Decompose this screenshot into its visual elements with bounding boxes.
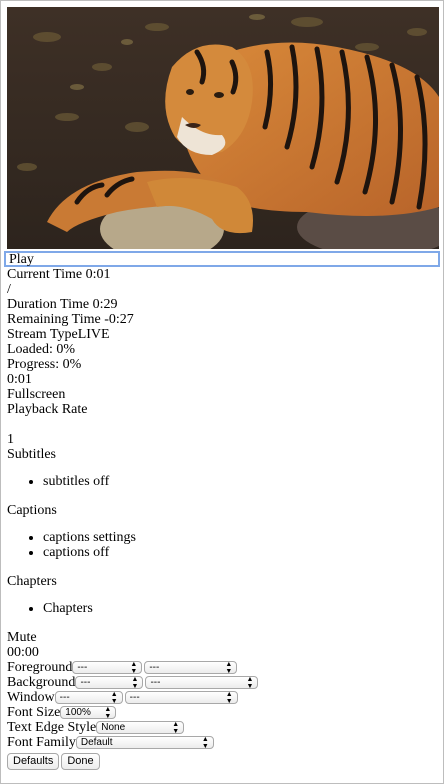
- foreground-opacity-value: ---: [149, 662, 160, 673]
- font-size-select[interactable]: 100% ▲ ▼: [60, 705, 117, 720]
- play-progress[interactable]: Progress: 0%: [7, 357, 443, 372]
- done-button[interactable]: Done: [61, 752, 100, 770]
- chapters-button[interactable]: Chapters: [7, 574, 443, 589]
- defaults-button[interactable]: Defaults: [7, 752, 60, 770]
- chevron-updown-icon: ▲ ▼: [131, 675, 139, 690]
- foreground-color-value: ---: [77, 662, 88, 673]
- chevron-updown-icon: ▲ ▼: [110, 690, 118, 705]
- font-size-value: 100%: [65, 707, 91, 718]
- background-opacity-value: ---: [150, 677, 161, 688]
- playback-rate-button[interactable]: Playback Rate: [7, 402, 443, 417]
- chapters-item[interactable]: Chapters: [43, 601, 443, 616]
- font-family-label: Font Family: [7, 735, 76, 750]
- fullscreen-button[interactable]: Fullscreen: [7, 387, 443, 402]
- captions-button[interactable]: Captions: [7, 503, 443, 518]
- remaining-time-display: Remaining Time -0:27: [7, 312, 134, 327]
- chevron-updown-icon: ▲ ▼: [225, 690, 233, 705]
- captions-menu: captions settings captions off: [7, 530, 443, 560]
- video-poster[interactable]: [7, 7, 439, 249]
- font-family-value: Default: [80, 737, 113, 748]
- text-edge-style-select[interactable]: None ▲ ▼: [96, 720, 185, 735]
- foreground-label: Foreground: [7, 660, 73, 675]
- font-family-select[interactable]: Default ▲ ▼: [75, 735, 214, 750]
- font-size-label: Font Size: [7, 705, 61, 720]
- window-label: Window: [7, 690, 55, 705]
- chevron-updown-icon: ▲ ▼: [201, 735, 209, 750]
- text-edge-style-label: Text Edge Style: [7, 720, 97, 735]
- chevron-updown-icon: ▲ ▼: [225, 660, 233, 675]
- mute-button[interactable]: Mute: [7, 630, 443, 645]
- stream-type-display: Stream TypeLIVE: [7, 327, 110, 342]
- subtitles-menu: subtitles off: [7, 474, 443, 489]
- subtitles-button[interactable]: Subtitles: [7, 447, 443, 462]
- tiger-image: [7, 7, 439, 249]
- loaded-progress: Loaded: 0%: [7, 342, 76, 357]
- current-time-display: Current Time 0:01: [7, 267, 111, 282]
- window-color-value: ---: [59, 692, 70, 703]
- play-label: Play: [9, 252, 34, 267]
- chapters-menu: Chapters: [7, 601, 443, 616]
- window-color-select[interactable]: --- ▲ ▼: [54, 690, 123, 705]
- chevron-updown-icon: ▲ ▼: [246, 675, 254, 690]
- background-opacity-select[interactable]: --- ▲ ▼: [145, 675, 259, 690]
- foreground-color-select[interactable]: --- ▲ ▼: [72, 660, 143, 675]
- progress-time-tooltip: 0:01: [7, 372, 32, 387]
- window-opacity-select[interactable]: --- ▲ ▼: [124, 690, 238, 705]
- window-opacity-value: ---: [129, 692, 140, 703]
- play-button[interactable]: Play: [4, 251, 440, 267]
- duration-display: Duration Time 0:29: [7, 297, 118, 312]
- volume-display: 00:00: [7, 645, 39, 660]
- subtitles-off-item[interactable]: subtitles off: [43, 474, 443, 489]
- captions-settings-item[interactable]: captions settings: [43, 530, 443, 545]
- background-color-value: ---: [80, 677, 91, 688]
- background-label: Background: [7, 675, 76, 690]
- text-edge-style-value: None: [101, 722, 126, 733]
- foreground-opacity-select[interactable]: --- ▲ ▼: [144, 660, 238, 675]
- chevron-updown-icon: ▲ ▼: [130, 660, 138, 675]
- captions-off-item[interactable]: captions off: [43, 545, 443, 560]
- time-divider: /: [7, 282, 11, 297]
- background-color-select[interactable]: --- ▲ ▼: [75, 675, 144, 690]
- playback-rate-value: 1: [7, 432, 14, 447]
- chevron-updown-icon: ▲ ▼: [104, 705, 112, 720]
- chevron-updown-icon: ▲ ▼: [172, 720, 180, 735]
